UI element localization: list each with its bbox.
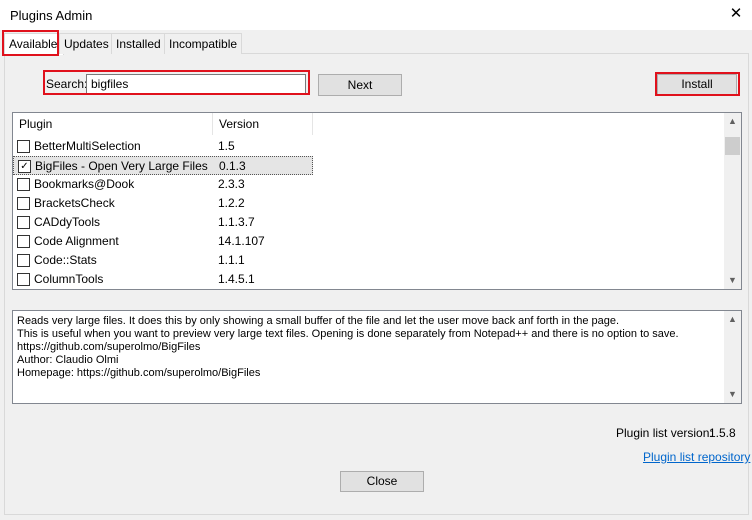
plugin-name: CADdyTools: [34, 215, 101, 229]
description-box[interactable]: Reads very large files. It does this by …: [12, 310, 742, 404]
list-item[interactable]: Bookmarks@Dook 2.3.3: [13, 175, 313, 194]
plugin-version: 14.1.107: [218, 234, 265, 248]
plugin-list-version-label: Plugin list version:: [616, 426, 713, 440]
plugin-list-version: 1.5.8: [709, 426, 736, 440]
title-bar: [0, 0, 752, 30]
close-window-icon[interactable]: ✕: [726, 4, 746, 24]
description-line: Homepage: https://github.com/superolmo/B…: [17, 367, 261, 379]
description-scrollbar[interactable]: ▲ ▼: [724, 311, 741, 403]
search-label: Search:: [46, 77, 88, 91]
window-title: Plugins Admin: [10, 8, 93, 23]
plugin-list-repository-link[interactable]: Plugin list repository: [643, 450, 750, 464]
list-item[interactable]: Code::Stats 1.1.1: [13, 251, 313, 270]
list-item[interactable]: BetterMultiSelection 1.5: [13, 137, 313, 156]
scroll-up-icon[interactable]: ▲: [724, 311, 741, 328]
checkbox[interactable]: [17, 178, 30, 191]
tab-installed[interactable]: Installed: [111, 33, 169, 54]
plugin-version: 1.1.1: [218, 253, 245, 267]
plugin-version: 2.3.3: [218, 177, 245, 191]
plugin-version: 1.2.2: [218, 196, 245, 210]
plugin-version: 0.1.3: [219, 159, 246, 173]
plugin-version: 1.5: [218, 139, 235, 153]
scroll-down-icon[interactable]: ▼: [724, 386, 741, 403]
next-button[interactable]: Next: [318, 74, 402, 96]
list-item[interactable]: ColumnTools 1.4.5.1: [13, 270, 313, 289]
tab-updates[interactable]: Updates: [59, 33, 115, 54]
search-input[interactable]: [86, 74, 306, 94]
description-line: Reads very large files. It does this by …: [17, 315, 620, 327]
checkbox[interactable]: [17, 273, 30, 286]
description-line: This is useful when you want to preview …: [17, 328, 679, 340]
plugin-name: Code Alignment: [34, 234, 119, 248]
list-scrollbar[interactable]: ▲ ▼: [724, 113, 741, 289]
checkbox[interactable]: [17, 197, 30, 210]
header-version[interactable]: Version: [213, 113, 313, 135]
description-line: https://github.com/superolmo/BigFiles: [17, 341, 201, 353]
plugin-name: BigFiles - Open Very Large Files: [35, 159, 208, 173]
plugin-name: Bookmarks@Dook: [34, 177, 135, 191]
plugin-name: BracketsCheck: [34, 196, 115, 210]
checkbox[interactable]: [17, 216, 30, 229]
plugin-list[interactable]: Plugin Version BetterMultiSelection 1.5 …: [12, 112, 742, 290]
checkbox[interactable]: [17, 140, 30, 153]
description-line: Author: Claudio Olmi: [17, 354, 119, 366]
plugin-name: BetterMultiSelection: [34, 139, 141, 153]
scroll-up-icon[interactable]: ▲: [724, 113, 741, 130]
tab-available[interactable]: Available: [4, 33, 64, 55]
scroll-thumb[interactable]: [725, 137, 740, 155]
close-button[interactable]: Close: [340, 471, 424, 492]
tab-incompatible[interactable]: Incompatible: [164, 33, 242, 54]
plugin-name: ColumnTools: [34, 272, 104, 286]
install-button[interactable]: Install: [657, 74, 737, 95]
plugin-version: 1.1.3.7: [218, 215, 255, 229]
list-item[interactable]: ✓ BigFiles - Open Very Large Files 0.1.3: [13, 156, 313, 175]
list-item[interactable]: CADdyTools 1.1.3.7: [13, 213, 313, 232]
list-item[interactable]: BracketsCheck 1.2.2: [13, 194, 313, 213]
list-item[interactable]: Code Alignment 14.1.107: [13, 232, 313, 251]
checkbox-checked[interactable]: ✓: [18, 160, 31, 173]
plugin-name: Code::Stats: [34, 253, 97, 267]
checkbox[interactable]: [17, 254, 30, 267]
checkbox[interactable]: [17, 235, 30, 248]
scroll-down-icon[interactable]: ▼: [724, 272, 741, 289]
header-plugin[interactable]: Plugin: [13, 113, 213, 135]
plugin-version: 1.4.5.1: [218, 272, 255, 286]
